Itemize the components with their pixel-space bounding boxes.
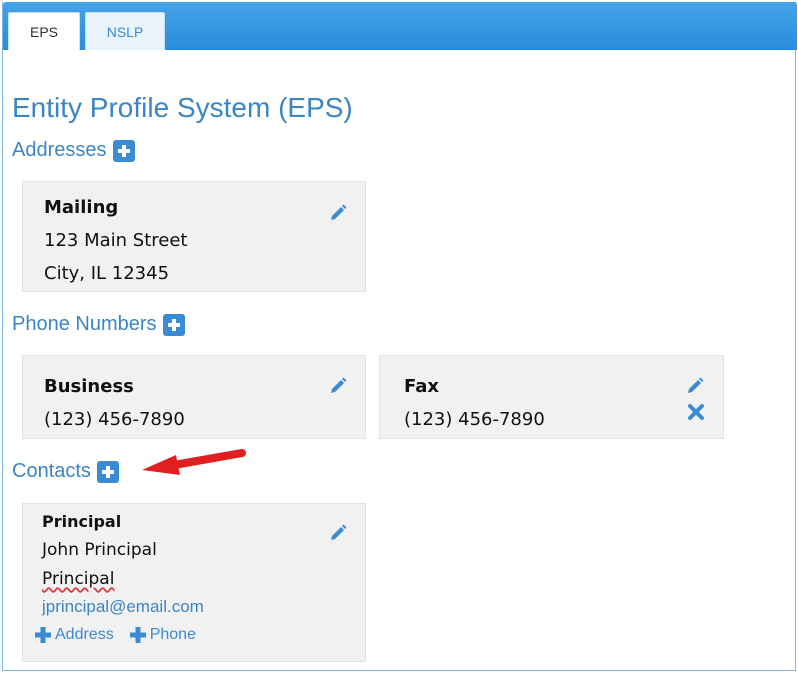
plus-icon [130, 627, 146, 643]
add-address-plus-icon[interactable] [112, 139, 135, 162]
address-card-mailing: Mailing 123 Main Street City, IL 12345 [22, 181, 366, 292]
address-line-1: 123 Main Street [44, 230, 188, 251]
pencil-icon[interactable] [328, 203, 348, 223]
phone-card-business: Business (123) 456-7890 [22, 355, 366, 439]
contact-email-link[interactable]: jprincipal@email.com [42, 594, 204, 620]
tab-eps[interactable]: EPS [8, 12, 80, 50]
addresses-heading-label: Addresses [12, 139, 107, 161]
address-line-2: City, IL 12345 [44, 263, 170, 284]
add-phone-plus-icon[interactable] [162, 313, 185, 336]
pencil-icon[interactable] [685, 376, 705, 396]
contact-role: Principal [42, 569, 115, 589]
contact-link-row: Address Phone [35, 626, 196, 644]
page-title: Entity Profile System (EPS) [12, 92, 353, 123]
add-address-link-label: Address [55, 626, 114, 643]
pencil-icon[interactable] [328, 523, 348, 543]
phone-card-fax: Fax (123) 456-7890 [379, 355, 724, 439]
contacts-heading: Contacts [12, 460, 119, 483]
plus-icon [35, 627, 51, 643]
pencil-icon[interactable] [328, 376, 348, 396]
add-phone-link-label: Phone [149, 626, 196, 643]
contact-card-title: Principal [42, 512, 122, 531]
red-arrow-icon [142, 449, 246, 475]
contacts-heading-label: Contacts [12, 460, 91, 482]
add-phone-link[interactable]: Phone [130, 626, 196, 644]
phone-numbers-heading: Phone Numbers [12, 313, 185, 336]
addresses-heading: Addresses [12, 139, 135, 162]
add-address-link[interactable]: Address [35, 626, 114, 644]
tab-nslp[interactable]: NSLP [85, 12, 165, 50]
contact-card-principal: Principal John Principal Principal jprin… [22, 503, 366, 662]
phone-number: (123) 456-7890 [44, 409, 185, 430]
phone-number: (123) 456-7890 [404, 409, 545, 430]
phone-card-title: Business [44, 376, 134, 397]
phone-numbers-heading-label: Phone Numbers [12, 313, 157, 335]
phone-card-title: Fax [404, 376, 439, 397]
contact-name: John Principal [42, 540, 157, 560]
address-card-title: Mailing [44, 197, 119, 218]
add-contact-plus-icon[interactable] [96, 460, 119, 483]
tab-bar: EPS NSLP [3, 2, 797, 50]
close-icon[interactable] [687, 403, 705, 421]
